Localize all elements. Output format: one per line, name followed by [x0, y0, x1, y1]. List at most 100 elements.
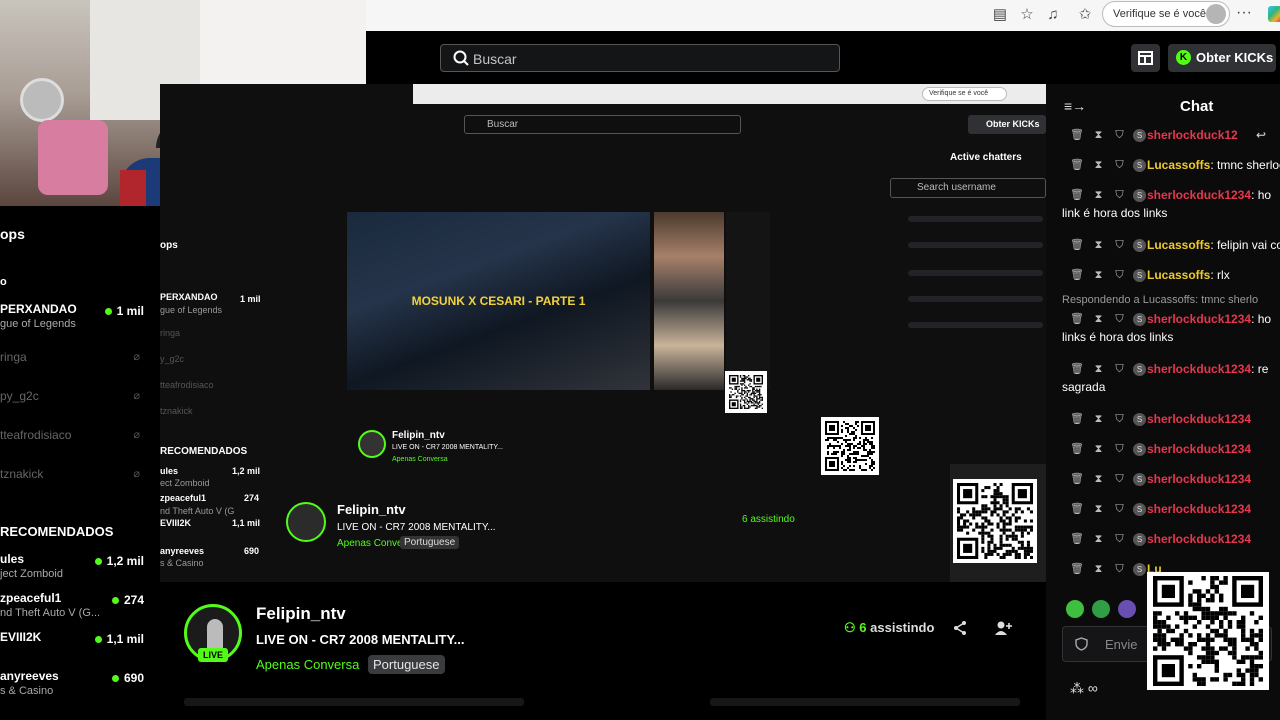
viewer-count-label: assistindo: [870, 620, 935, 635]
qr-code-graphic: [1153, 576, 1263, 686]
mod-badges: 🗑 ⧗ ⛉ S: [1066, 412, 1146, 428]
stream-category[interactable]: Apenas Conversa: [256, 657, 359, 672]
timeout-icon[interactable]: ⧗: [1092, 503, 1105, 516]
timeout-icon[interactable]: ⧗: [1092, 533, 1105, 546]
channel-name[interactable]: Felipin_ntv: [256, 604, 346, 624]
profile-verify-button[interactable]: Verifique se é você: [1102, 1, 1230, 27]
sidebar-offline-channel[interactable]: tznakick ⌀: [0, 467, 150, 489]
ban-icon[interactable]: ⛉: [1113, 563, 1126, 576]
sidebar-offline-channel[interactable]: tteafrodisiaco ⌀: [0, 428, 150, 450]
mod-badges: 🗑 ⧗ ⛉ S: [1066, 472, 1146, 488]
ban-icon[interactable]: ⛉: [1113, 239, 1126, 252]
ban-icon[interactable]: ⛉: [1113, 363, 1126, 376]
ban-icon[interactable]: ⛉: [1113, 159, 1126, 172]
stream-video-player[interactable]: Verifique se é você Buscar Obter KICKs o…: [160, 84, 1046, 582]
timeout-icon[interactable]: ⧗: [1092, 129, 1105, 142]
sidebar-recommended-channel[interactable]: anyreeves s & Casino 690: [0, 669, 150, 705]
delete-icon[interactable]: 🗑: [1070, 473, 1084, 486]
delete-icon[interactable]: 🗑: [1070, 413, 1084, 426]
timeout-icon[interactable]: ⧗: [1092, 159, 1105, 172]
ban-icon[interactable]: ⛉: [1113, 443, 1126, 456]
ban-icon[interactable]: ⛉: [1113, 503, 1126, 516]
qr-code: [821, 417, 879, 475]
timeout-icon[interactable]: ⧗: [1092, 269, 1105, 282]
delete-icon[interactable]: 🗑: [1070, 313, 1084, 326]
emote-icon[interactable]: [1092, 600, 1110, 618]
ban-icon[interactable]: ⛉: [1113, 413, 1126, 426]
nested-sidebar-row: s & Casino: [160, 558, 204, 568]
get-kicks-button[interactable]: K Obter KICKs: [1168, 44, 1276, 72]
timeout-icon[interactable]: ⧗: [1092, 563, 1105, 576]
chat-username[interactable]: sherlockduck1234: [1147, 502, 1251, 516]
delete-icon[interactable]: 🗑: [1070, 563, 1084, 576]
chat-username[interactable]: sherlockduck1234: [1147, 532, 1251, 546]
chat-settings[interactable]: ⁂ ∞: [1070, 680, 1098, 697]
timeout-icon[interactable]: ⧗: [1092, 313, 1105, 326]
timeout-icon[interactable]: ⧗: [1092, 443, 1105, 456]
mod-badges: 🗑 ⧗ ⛉ S: [1066, 532, 1146, 548]
timeout-icon[interactable]: ⧗: [1092, 363, 1105, 376]
chat-username[interactable]: sherlockduck12: [1147, 128, 1238, 142]
search-input[interactable]: Buscar: [440, 44, 840, 72]
follow-user-icon[interactable]: [994, 620, 1012, 636]
browser-more-button[interactable]: ···: [1236, 4, 1252, 22]
favorite-star-icon[interactable]: ☆: [1016, 4, 1038, 26]
chat-username[interactable]: sherlockduck1234: [1147, 442, 1251, 456]
reply-arrow-icon[interactable]: ↩: [1256, 128, 1270, 142]
theater-mode-button[interactable]: [1131, 44, 1160, 72]
ban-icon[interactable]: ⛉: [1113, 129, 1126, 142]
chat-username[interactable]: Lucassoffs: tmnc sherlock: [1147, 158, 1280, 172]
language-tag[interactable]: Portuguese: [368, 655, 445, 674]
ban-icon[interactable]: ⛉: [1113, 473, 1126, 486]
delete-icon[interactable]: 🗑: [1070, 443, 1084, 456]
ban-icon[interactable]: ⛉: [1113, 313, 1126, 326]
channel-info: LIVE Felipin_ntv LIVE ON - CR7 2008 MENT…: [184, 604, 1044, 684]
sidebar-recommended-channel[interactable]: zpeaceful1 nd Theft Auto V (G... 274: [0, 591, 150, 627]
chat-username[interactable]: sherlockduck1234: [1147, 412, 1251, 426]
chat-username[interactable]: sherlockduck1234: [1147, 472, 1251, 486]
ban-icon[interactable]: ⛉: [1113, 189, 1126, 202]
delete-icon[interactable]: 🗑: [1070, 533, 1084, 546]
sidebar-recommended-channel[interactable]: EVIII2K 1,1 mil: [0, 630, 150, 666]
sidebar-offline-channel[interactable]: py_g2c ⌀: [0, 389, 150, 411]
subscriber-badge-icon: S: [1133, 269, 1146, 282]
chat-username[interactable]: sherlockduck1234: re: [1147, 362, 1268, 376]
chat-username[interactable]: sherlockduck1234: ho: [1147, 312, 1271, 326]
chat-username[interactable]: sherlockduck1234: ho: [1147, 188, 1271, 202]
emote-icon[interactable]: [1066, 600, 1084, 618]
ban-icon[interactable]: ⛉: [1113, 533, 1126, 546]
nested-verify-pill: Verifique se é você: [922, 87, 1007, 101]
nested-channel-info-2: Felipin_ntv LIVE ON - CR7 2008 MENTALITY…: [286, 500, 826, 550]
collapse-chat-icon[interactable]: ≡→: [1064, 98, 1086, 114]
delete-icon[interactable]: 🗑: [1070, 159, 1084, 172]
emote-icon[interactable]: [1118, 600, 1136, 618]
chat-username[interactable]: Lucassoffs: felipin vai cor: [1147, 238, 1280, 252]
timeout-icon[interactable]: ⧗: [1092, 413, 1105, 426]
nested-channel-language: Portuguese: [400, 536, 460, 549]
sidebar-recommended-channel[interactable]: ules ject Zomboid 1,2 mil: [0, 552, 150, 588]
sidebar-offline-channel[interactable]: ringa ⌀: [0, 350, 150, 372]
nested-sidebar-row: gue of Legends: [160, 305, 223, 315]
delete-icon[interactable]: 🗑: [1070, 363, 1084, 376]
subscriber-badge-icon: S: [1133, 503, 1146, 516]
delete-icon[interactable]: 🗑: [1070, 189, 1084, 202]
sidebar-recommended-title: RECOMENDADOS: [0, 524, 114, 539]
copilot-icon[interactable]: [1268, 6, 1280, 22]
reader-view-icon[interactable]: ▤: [989, 4, 1011, 26]
media-icon[interactable]: ♫: [1042, 4, 1064, 26]
chat-username[interactable]: Lucassoffs: rlx: [1147, 268, 1230, 282]
nested-channel-name: Felipin_ntv: [337, 502, 406, 517]
timeout-icon[interactable]: ⧗: [1092, 189, 1105, 202]
delete-icon[interactable]: 🗑: [1070, 269, 1084, 282]
delete-icon[interactable]: 🗑: [1070, 239, 1084, 252]
nested-sidebar-row: tteafrodisiaco: [160, 380, 214, 390]
share-icon[interactable]: [952, 620, 968, 636]
timeout-icon[interactable]: ⧗: [1092, 473, 1105, 486]
qr-code: [953, 479, 1037, 563]
delete-icon[interactable]: 🗑: [1070, 503, 1084, 516]
timeout-icon[interactable]: ⧗: [1092, 239, 1105, 252]
ban-icon[interactable]: ⛉: [1113, 269, 1126, 282]
delete-icon[interactable]: 🗑: [1070, 129, 1084, 142]
favorites-list-icon[interactable]: ✩: [1074, 4, 1096, 26]
sidebar-channel[interactable]: PERXANDAO gue of Legends 1 mil: [0, 302, 150, 338]
